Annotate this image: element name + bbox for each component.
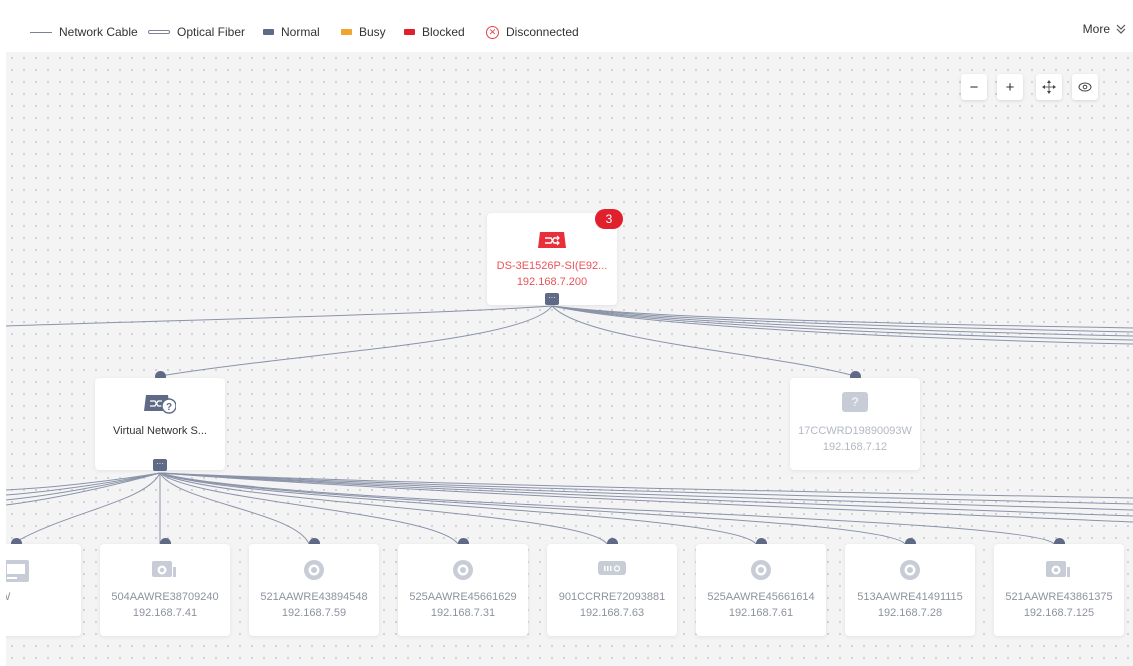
device-ip: 192.168.7.63 — [579, 607, 645, 619]
blocked-status-icon — [404, 29, 415, 35]
device-ip: 192.168.7.61 — [728, 607, 794, 619]
double-chevron-down-icon — [1116, 24, 1126, 34]
device-name: 02718889WU — [6, 591, 11, 603]
dome-camera-icon — [749, 558, 773, 587]
visibility-button[interactable] — [1072, 74, 1098, 100]
device-node-4[interactable]: 525AAWRE45661629 192.168.7.31 — [398, 544, 528, 636]
device-node-5[interactable]: 901CCRRE72093881 192.168.7.63 — [547, 544, 677, 636]
eye-icon — [1078, 82, 1092, 92]
dome-camera-icon — [302, 558, 326, 587]
device-name: 521AAWRE43861375 — [1005, 591, 1113, 603]
dome-camera-icon — [898, 558, 922, 587]
move-icon — [1042, 80, 1056, 94]
legend-normal-label: Normal — [281, 25, 320, 39]
device-name: 901CCRRE72093881 — [558, 591, 666, 603]
virtual-switch-name: Virtual Network S... — [113, 425, 207, 437]
legend-normal: Normal — [263, 24, 320, 40]
more-button[interactable]: More — [1083, 22, 1127, 36]
dome-camera-icon — [451, 558, 475, 587]
camera-icon — [1044, 558, 1074, 585]
device-name: 525AAWRE45661629 — [409, 591, 517, 603]
device-name: 504AAWRE38709240 — [111, 591, 219, 603]
unknown-device-ip: 192.168.7.12 — [822, 441, 888, 453]
device-node-2[interactable]: 504AAWRE38709240 192.168.7.41 — [100, 544, 230, 636]
more-label: More — [1082, 22, 1110, 36]
root-switch-ip: 192.168.7.200 — [516, 276, 588, 288]
device-ip: 192.168.7.28 — [877, 607, 943, 619]
zoom-in-button[interactable]: + — [997, 74, 1023, 100]
unknown-device-name: 17CCWRD19890093W — [798, 425, 912, 437]
device-node-8[interactable]: 521AAWRE43861375 192.168.7.125 — [994, 544, 1124, 636]
busy-status-icon — [341, 29, 352, 35]
legend-network-cable-label: Network Cable — [59, 25, 138, 39]
topology-canvas[interactable]: − + DS-3E1526P-SI(E92... 192.168.7.200 3 — [6, 52, 1133, 666]
camera-icon — [150, 558, 180, 585]
legend-busy: Busy — [341, 24, 386, 40]
legend-busy-label: Busy — [359, 25, 386, 39]
virtual-switch-icon: ? — [144, 395, 176, 414]
normal-status-icon — [263, 29, 274, 35]
legend-blocked: Blocked — [404, 24, 465, 40]
virtual-switch-node[interactable]: ? Virtual Network S... — [95, 378, 225, 470]
alarm-count-badge: 3 — [595, 209, 623, 229]
device-node-3[interactable]: 521AAWRE43894548 192.168.7.59 — [249, 544, 379, 636]
device-node-7[interactable]: 513AAWRE41491115 192.168.7.28 — [845, 544, 975, 636]
legend-bar: Network Cable Optical Fiber Normal Busy … — [0, 0, 1133, 52]
device-ip: 192.168.7.41 — [132, 607, 198, 619]
virtual-switch-port-button[interactable]: ··· — [153, 459, 167, 471]
unknown-device-node[interactable]: ? 17CCWRD19890093W 192.168.7.12 — [790, 378, 920, 470]
encoder-icon — [597, 558, 627, 583]
device-name: 525AAWRE45661614 — [707, 591, 815, 603]
legend-network-cable: Network Cable — [30, 24, 138, 40]
legend-disconnected-label: Disconnected — [506, 25, 579, 39]
legend-optical-fiber-label: Optical Fiber — [177, 25, 246, 39]
zoom-out-button[interactable]: − — [961, 74, 987, 100]
legend-blocked-label: Blocked — [422, 25, 465, 39]
fiber-line-icon — [148, 30, 170, 34]
unknown-device-icon: ? — [842, 392, 868, 412]
device-name: 513AAWRE41491115 — [857, 591, 963, 603]
legend-disconnected: ✕ Disconnected — [486, 24, 579, 40]
disconnected-icon: ✕ — [486, 25, 499, 39]
device-node-1[interactable]: 02718889WU 68.7.115 — [6, 544, 81, 636]
device-name: 521AAWRE43894548 — [260, 591, 368, 603]
nvr-icon — [6, 558, 31, 589]
svg-text:?: ? — [166, 402, 172, 413]
device-ip: 192.168.7.59 — [281, 607, 347, 619]
device-ip: 192.168.7.125 — [1023, 607, 1095, 619]
root-switch-node[interactable]: DS-3E1526P-SI(E92... 192.168.7.200 — [487, 213, 617, 305]
root-switch-port-button[interactable]: ··· — [545, 293, 559, 305]
root-switch-name: DS-3E1526P-SI(E92... — [496, 260, 608, 272]
switch-alert-icon — [538, 232, 566, 248]
move-button[interactable] — [1036, 74, 1062, 100]
legend-optical-fiber: Optical Fiber — [148, 24, 245, 40]
cable-line-icon — [30, 31, 52, 33]
device-ip: 192.168.7.31 — [430, 607, 496, 619]
device-node-6[interactable]: 525AAWRE45661614 192.168.7.61 — [696, 544, 826, 636]
